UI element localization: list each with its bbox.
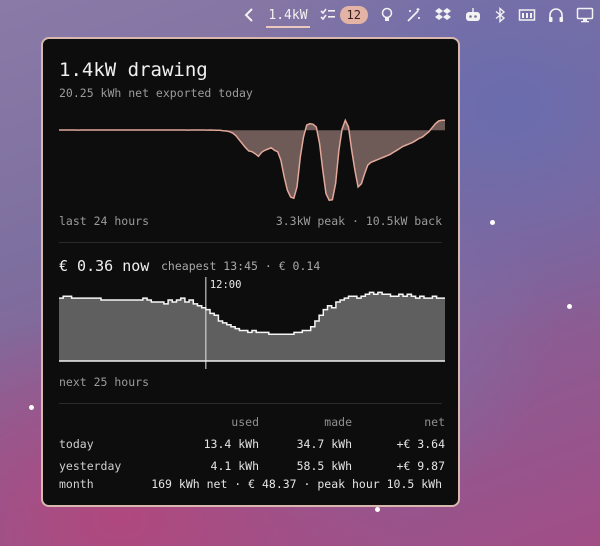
- month-label: month: [59, 477, 94, 491]
- now-marker-label: 12:00: [210, 279, 242, 291]
- month-value: 169 kWh net · € 48.37 · peak hour 10.5 k…: [151, 477, 442, 491]
- net-export-subtitle: 20.25 kWh net exported today: [59, 86, 253, 100]
- power-title: 1.4kW drawing: [59, 59, 208, 81]
- price-chart-footer: next 25 hours: [59, 375, 150, 389]
- stats-header: net: [424, 415, 445, 429]
- magic-wand-icon[interactable]: [400, 0, 428, 30]
- power-peak-summary: 3.3kW peak · 10.5kW back: [275, 214, 442, 228]
- background-sparkle: [375, 507, 380, 512]
- display-icon[interactable]: [570, 0, 600, 30]
- power-reading-menu[interactable]: 1.4kW: [262, 0, 313, 30]
- current-price: € 0.36 now: [59, 257, 150, 275]
- tasks-menu[interactable]: 12: [314, 0, 374, 30]
- stats-header: used: [231, 415, 259, 429]
- background-sparkle: [490, 220, 495, 225]
- power-reading: 1.4kW: [268, 7, 308, 23]
- stats-net: +€ 3.64: [396, 437, 445, 451]
- energy-popover: 1.4kW drawing 20.25 kWh net exported tod…: [41, 37, 460, 507]
- stats-row-label: today: [59, 437, 94, 451]
- memory-icon[interactable]: [512, 0, 542, 30]
- power-chart: [59, 118, 445, 202]
- menu-bar: 1.4kW 12: [0, 0, 600, 30]
- cheapest-price: cheapest 13:45 · € 0.14: [161, 259, 321, 273]
- lightbulb-icon[interactable]: [374, 0, 400, 30]
- chevron-left-icon[interactable]: [238, 0, 262, 30]
- stats-header-row: used made net: [59, 415, 445, 437]
- power-area: [59, 120, 445, 201]
- background-sparkle: [567, 304, 572, 309]
- stats-header: made: [324, 415, 352, 429]
- bluetooth-icon[interactable]: [488, 0, 512, 30]
- month-summary: month 169 kWh net · € 48.37 · peak hour …: [59, 477, 442, 491]
- dropbox-icon[interactable]: [428, 0, 458, 30]
- stats-made: 34.7 kWh: [296, 437, 352, 451]
- headphones-icon[interactable]: [542, 0, 570, 30]
- power-chart-footer: last 24 hours 3.3kW peak · 10.5kW back: [59, 214, 442, 228]
- power-chart-range-label: last 24 hours: [59, 214, 150, 228]
- robot-icon[interactable]: [458, 0, 488, 30]
- table-row: today 13.4 kWh 34.7 kWh +€ 3.64: [59, 437, 445, 459]
- energy-stats-table: used made net today 13.4 kWh 34.7 kWh +€…: [59, 415, 445, 481]
- price-chart: 12:00: [59, 277, 445, 369]
- stats-used: 13.4 kWh: [203, 437, 259, 451]
- background-sparkle: [29, 405, 34, 410]
- divider: [59, 242, 442, 243]
- price-area: [59, 292, 445, 361]
- checklist-icon: [319, 8, 336, 22]
- divider: [59, 403, 442, 404]
- tasks-count-badge: 12: [339, 6, 368, 24]
- stats-header: [59, 415, 169, 437]
